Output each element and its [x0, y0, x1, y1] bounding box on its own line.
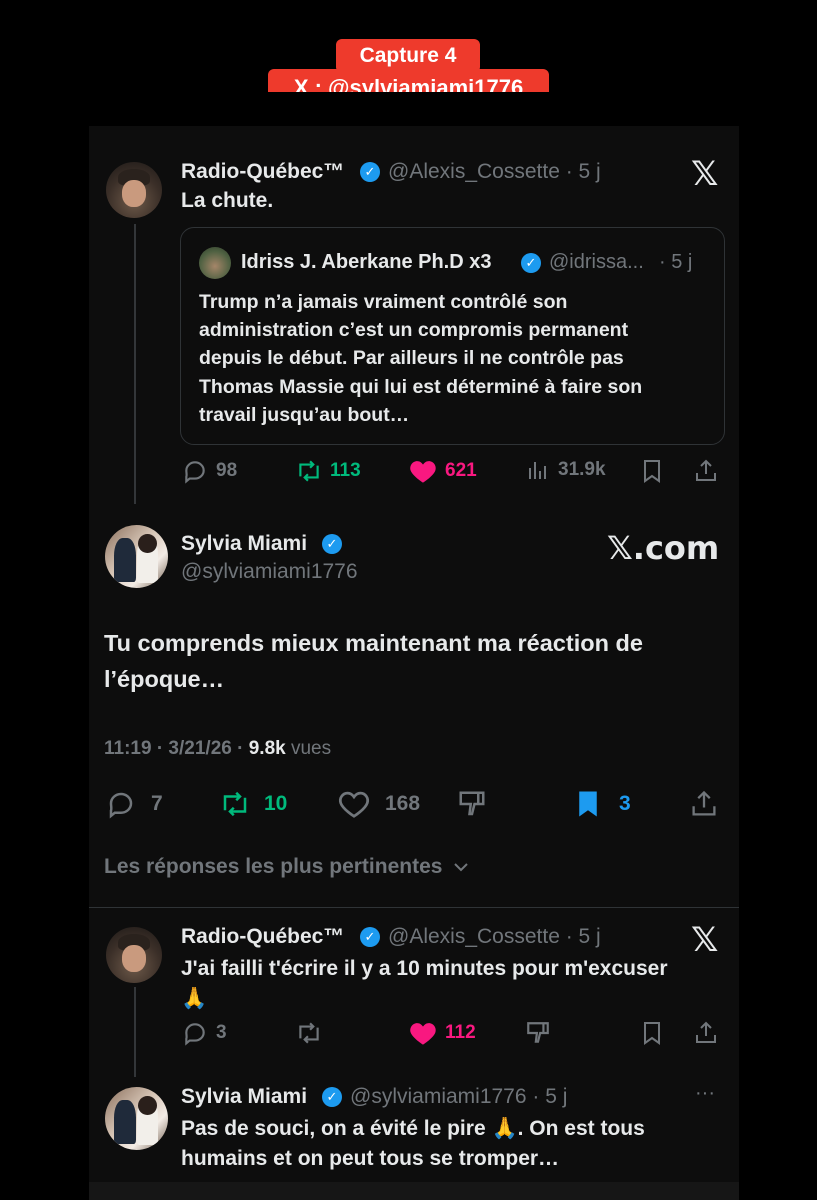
like-count: 168	[385, 792, 421, 815]
views-count: 9.8k	[248, 738, 286, 759]
repost-button[interactable]: 113	[295, 458, 361, 484]
reply-icon	[109, 792, 133, 819]
share-icon	[696, 459, 716, 481]
dislike-icon	[527, 1022, 549, 1043]
brand-logo: 𝕏.com	[607, 529, 720, 567]
like-button[interactable]: 621	[409, 458, 477, 484]
share-button[interactable]	[694, 1020, 718, 1051]
views-count: 31.9k	[558, 459, 606, 480]
like-icon	[338, 791, 370, 818]
bottom-bar	[89, 1182, 739, 1200]
tweet-text: La chute.	[181, 189, 274, 212]
like-button[interactable]: 112	[409, 1020, 476, 1046]
dislike-icon	[459, 791, 485, 816]
reply-count: 7	[151, 792, 163, 815]
author-handle-time[interactable]: @Alexis_Cossette · 5 j	[388, 925, 601, 949]
avatar-sylvia-miami[interactable]	[105, 525, 168, 588]
author-name[interactable]: Sylvia Miami	[181, 532, 307, 556]
reply-count: 98	[216, 460, 238, 481]
sort-label: Les réponses les plus pertinentes	[104, 855, 443, 878]
author-handle-time[interactable]: @sylviamiami1776 · 5 j	[350, 1085, 567, 1109]
views-button[interactable]: 31.9k	[526, 458, 606, 482]
thread-line	[134, 224, 136, 504]
reply-button[interactable]: 98	[182, 458, 237, 484]
avatar-sylvia-miami[interactable]	[105, 1087, 168, 1150]
bookmark-count: 3	[619, 792, 631, 815]
quote-author-name: Idriss J. Aberkane Ph.D x3	[241, 251, 492, 273]
verified-badge-icon: ✓	[360, 162, 380, 182]
verified-badge-icon: ✓	[322, 1087, 342, 1107]
verified-badge-icon: ✓	[322, 534, 342, 554]
chevron-down-icon	[454, 863, 469, 872]
tweet-meta: 11:19 · 3/21/26 · 9.8k vues	[104, 738, 331, 760]
verified-badge-icon: ✓	[360, 927, 380, 947]
repost-count: 10	[264, 792, 288, 815]
author-name[interactable]: Radio-Québec™	[181, 925, 344, 949]
reply-button[interactable]: 7	[105, 789, 163, 819]
avatar-radio-quebec[interactable]	[106, 162, 162, 218]
reply-button[interactable]: 3	[182, 1020, 227, 1046]
repost-count: 113	[330, 460, 361, 481]
like-button[interactable]: 168	[337, 789, 420, 819]
top-strip	[89, 92, 739, 126]
thread-line	[134, 987, 136, 1077]
author-name[interactable]: Sylvia Miami	[181, 1085, 307, 1109]
like-count: 112	[445, 1022, 476, 1043]
repost-icon	[299, 1022, 319, 1044]
screenshot-frame: Radio-Québec™ ✓ @Alexis_Cossette · 5 j 𝕏…	[89, 92, 739, 1200]
bookmark-button[interactable]: 3	[575, 789, 631, 819]
repost-icon	[223, 791, 247, 817]
like-count: 621	[445, 460, 477, 481]
author-handle[interactable]: @sylviamiami1776	[181, 560, 358, 584]
repost-button[interactable]	[295, 1020, 323, 1051]
like-icon	[410, 461, 436, 483]
main-tweet-text: Tu comprends mieux maintenant ma réactio…	[104, 630, 643, 692]
bookmark-button[interactable]	[641, 459, 663, 488]
dislike-button[interactable]	[456, 789, 488, 824]
bookmark-icon	[644, 1022, 660, 1045]
views-icon	[529, 462, 546, 479]
views-label: vues	[290, 738, 332, 759]
reply-count: 3	[216, 1022, 227, 1043]
repost-icon	[299, 460, 319, 482]
quoted-tweet[interactable]: Idriss J. Aberkane Ph.D x3 ✓ @idrissa...…	[180, 227, 725, 445]
divider	[89, 907, 739, 908]
reply-icon	[185, 1023, 205, 1046]
share-icon	[692, 790, 716, 816]
more-icon[interactable]: ···	[695, 1082, 715, 1105]
verified-badge-icon: ✓	[521, 253, 541, 273]
tweet-timestamp[interactable]: 11:19 · 3/21/26 ·	[104, 738, 243, 759]
replies-sort-dropdown[interactable]: Les réponses les plus pertinentes	[104, 855, 470, 879]
author-handle-time[interactable]: @Alexis_Cossette · 5 j	[388, 160, 601, 184]
quote-author-handle: @idrissa...	[549, 251, 644, 273]
share-button[interactable]	[689, 789, 719, 824]
quote-time: · 5 j	[659, 251, 693, 273]
share-icon	[696, 1021, 716, 1043]
reply-text: Pas de souci, on a évité le pire 🙏. On e…	[181, 1117, 645, 1170]
share-button[interactable]	[694, 458, 718, 489]
author-name[interactable]: Radio-Québec™	[181, 160, 344, 184]
repost-button[interactable]: 10	[218, 789, 287, 819]
quote-text: Trump n’a jamais vraiment contrôlé son a…	[199, 291, 643, 426]
dislike-button[interactable]	[525, 1020, 551, 1051]
capture-label: Capture 4	[336, 39, 480, 73]
reply-icon	[185, 461, 205, 484]
reply-text: J'ai failli t'écrire il y a 10 minutes p…	[181, 957, 668, 1010]
x-logo-icon: 𝕏	[691, 154, 719, 194]
bookmark-button[interactable]	[641, 1021, 663, 1050]
bookmark-icon	[579, 791, 597, 817]
avatar-radio-quebec[interactable]	[106, 927, 162, 983]
avatar-idriss	[199, 247, 231, 279]
bookmark-icon	[644, 460, 660, 483]
like-icon	[410, 1023, 436, 1045]
